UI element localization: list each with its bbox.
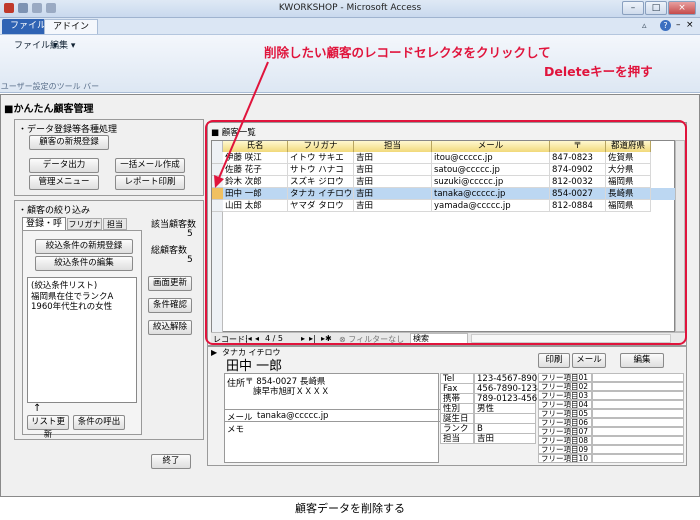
highlight-outline [205, 120, 687, 345]
figure-caption: 顧客データを削除する [295, 502, 405, 515]
